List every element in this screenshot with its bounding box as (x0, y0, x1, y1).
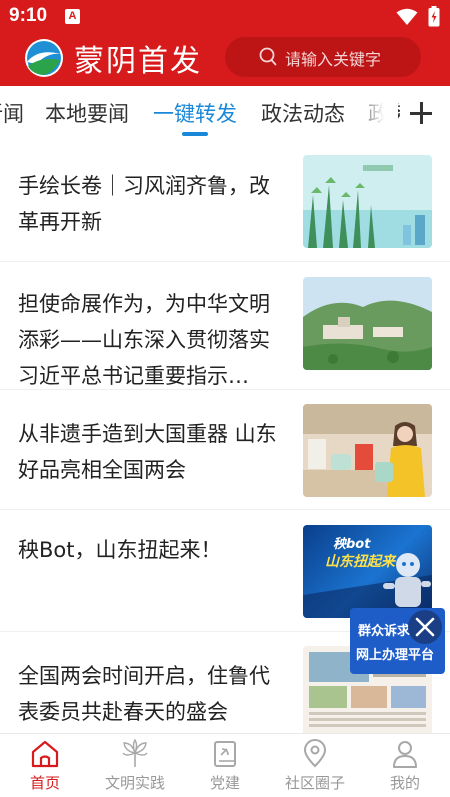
news-title: 手绘长卷｜习风润齐鲁，改革再开新 (18, 174, 270, 234)
complaint-platform-badge[interactable]: 群众诉求 网上办理平台 (350, 608, 445, 674)
tab-local-news[interactable]: 本地要闻 (45, 98, 129, 128)
tabs-fade (352, 86, 398, 138)
thumbnail-caption-2: 山东扭起来 (325, 554, 395, 570)
status-bar: 9:10 A (0, 0, 450, 34)
wifi-icon (396, 8, 418, 25)
close-icon (415, 617, 435, 637)
tab-news[interactable]: 新闻 (0, 98, 24, 128)
badge-line-2: 网上办理平台 (356, 648, 435, 663)
news-thumbnail (303, 277, 432, 370)
bottom-navigation: 首页 文明实践 党建 社区圈子 我的 (0, 733, 450, 797)
news-title: 从非遗手造到大国重器 山东好品亮相全国两会 (18, 422, 277, 482)
nav-home[interactable]: 首页 (0, 734, 90, 797)
nav-label: 首页 (29, 774, 60, 792)
user-icon (393, 741, 417, 768)
nav-party-building[interactable]: 党建 (180, 734, 270, 797)
party-book-icon (214, 741, 236, 767)
nav-label: 文明实践 (104, 774, 165, 792)
home-icon (31, 740, 59, 768)
nav-label: 我的 (389, 774, 420, 792)
app-screen: 9:10 A 蒙阴首发 请输入关键字 闻 本地要闻 一键转发 政法动态 手绘长卷… (0, 0, 450, 797)
news-item[interactable]: 从非遗手造到大国重器 山东好品亮相全国两会 (0, 390, 450, 510)
news-item[interactable]: 担使命展作为，为中华文明添彩——山东深入贯彻落实习近平总书记重要指示… (0, 262, 450, 390)
status-time: 9:10 (9, 5, 48, 26)
peacock-feather-icon (122, 739, 148, 767)
tab-one-click-share[interactable]: 一键转发 (153, 98, 237, 128)
add-channel-icon[interactable] (400, 94, 440, 134)
news-thumbnail: 秧bot 山东扭起来 (303, 525, 432, 618)
news-title: 担使命展作为，为中华文明添彩——山东深入贯彻落实习近平总书记重要指示… (18, 292, 270, 388)
news-thumbnail (303, 404, 432, 497)
top-header: 9:10 A 蒙阴首发 请输入关键字 (0, 0, 450, 86)
active-tab-indicator (182, 132, 208, 136)
news-item[interactable]: 手绘长卷｜习风润齐鲁，改革再开新 (0, 138, 450, 262)
nav-label: 党建 (209, 774, 240, 792)
close-badge-button[interactable] (408, 610, 442, 644)
app-logo-icon (25, 39, 63, 77)
brand-title: 蒙阴首发 (74, 44, 202, 79)
search-placeholder: 请输入关键字 (285, 50, 382, 69)
nav-mine[interactable]: 我的 (360, 734, 450, 797)
news-title: 秧Bot，山东扭起来！ (18, 538, 222, 562)
news-thumbnail (303, 155, 432, 248)
nav-label: 社区圈子 (284, 774, 345, 792)
news-title: 全国两会时间开启，住鲁代表委员共赴春天的盛会 (18, 664, 270, 724)
search-bar[interactable]: 请输入关键字 (225, 37, 421, 77)
nav-community[interactable]: 社区圈子 (270, 734, 360, 797)
notification-icon: A (65, 9, 80, 24)
channel-tabs: 新闻 本地要闻 一键转发 政法动态 政务 (0, 86, 450, 138)
location-pin-icon (303, 739, 327, 768)
search-icon (259, 47, 277, 66)
thumbnail-caption-1: 秧bot (333, 537, 371, 552)
badge-line-1: 群众诉求 (358, 624, 411, 639)
nav-civilization-practice[interactable]: 文明实践 (90, 734, 180, 797)
tab-legal-updates[interactable]: 政法动态 (261, 98, 345, 128)
battery-icon (428, 6, 440, 27)
